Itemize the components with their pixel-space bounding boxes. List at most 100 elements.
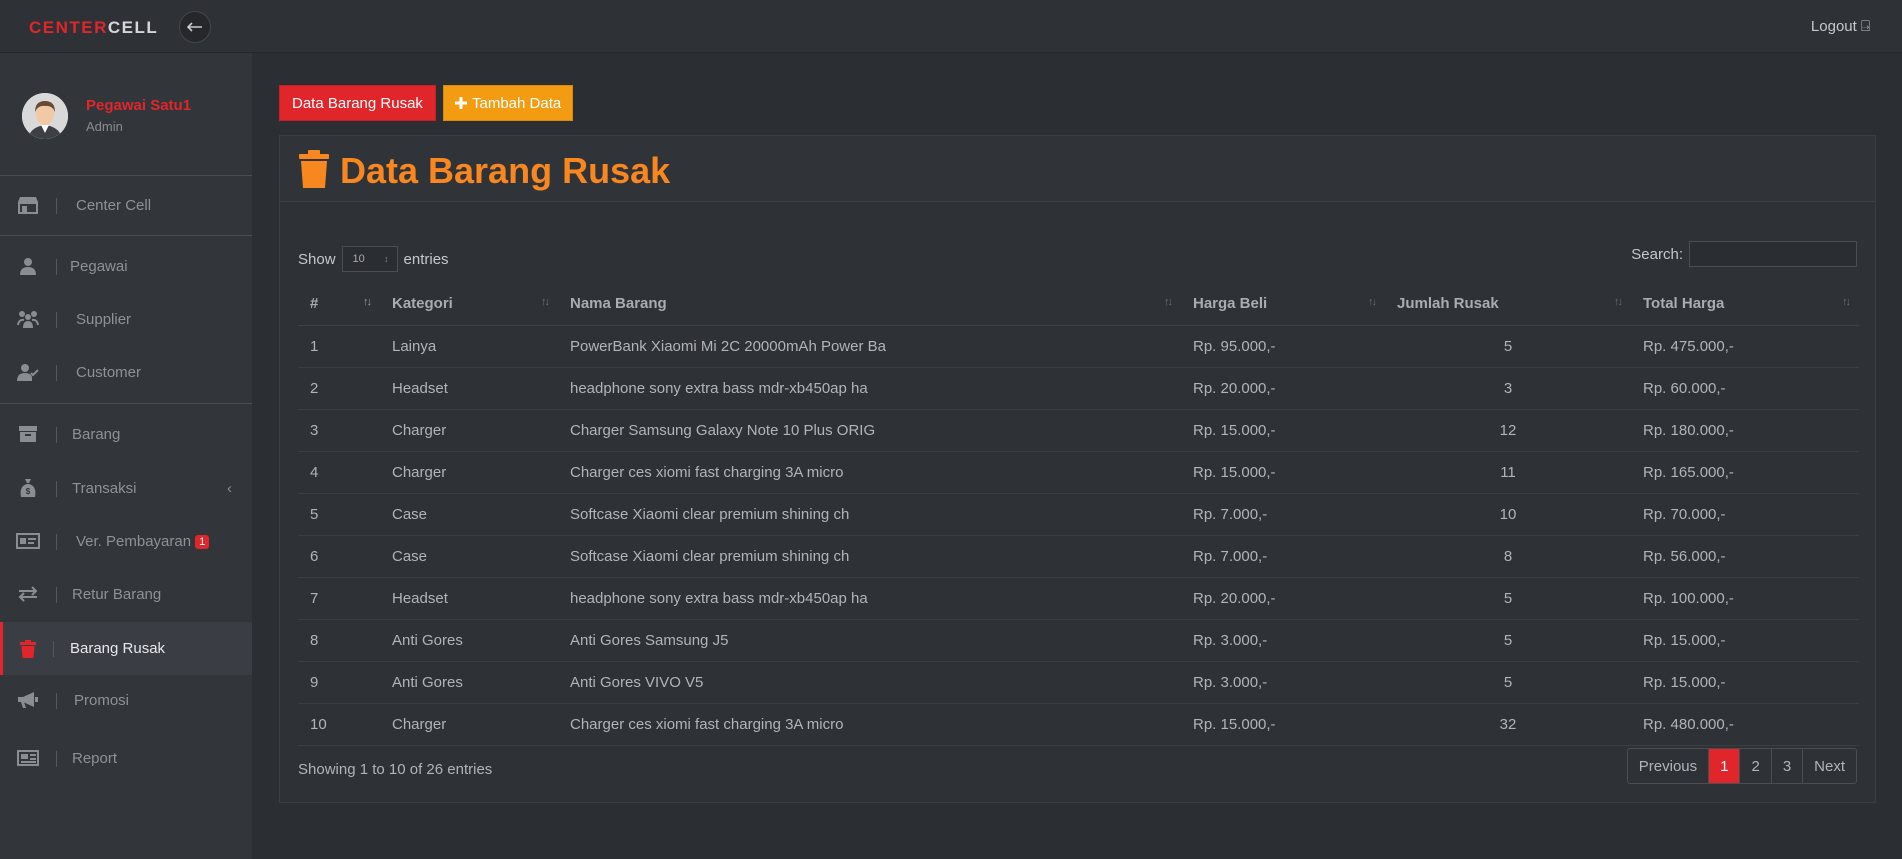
cell-jumlah-rusak: 5 [1385,577,1631,620]
brand-logo[interactable]: CENTERCELL [29,18,158,38]
arrow-left-icon [187,22,202,32]
trash-icon [299,150,329,188]
pager-label: 2 [1751,757,1760,775]
sidebar-item-barang-rusak[interactable]: Barang Rusak [0,622,252,675]
sidebar-item-label: Supplier [76,310,132,328]
search-control: Search: [1631,241,1857,267]
sort-icon: ↑↓ [363,296,372,308]
cell-number: 8 [298,619,380,662]
sort-icon: ↑↓ [1842,296,1851,308]
tambah-data-button[interactable]: Tambah Data [443,85,574,121]
entries-length-control: Show 10 ↕ entries [298,246,449,272]
data-barang-rusak-button[interactable]: Data Barang Rusak [279,85,436,121]
user-icon [16,257,40,275]
user-role: Admin [86,119,123,134]
table-row: 6 Case Softcase Xiaomi clear premium shini… [298,535,1859,578]
entries-value: 10 [352,253,365,265]
entries-label: entries [403,250,449,268]
cell-total-harga: Rp. 165.000,- [1631,451,1859,494]
page-2-button[interactable]: 2 [1739,749,1770,783]
money-bill-icon [16,533,40,549]
notification-badge: 1 [195,534,210,549]
sidebar-item-label: Retur Barang [72,585,162,603]
avatar [22,93,68,139]
column-header-jumlah-rusak[interactable]: Jumlah Rusak ↑↓ [1385,283,1631,326]
logout-link[interactable]: Logout ⍈ [1811,18,1870,35]
cell-number: 9 [298,661,380,704]
sidebar-item-transaksi[interactable]: $ Transaksi ‹ [0,463,252,513]
sidebar-item-customer[interactable]: Customer [0,347,252,397]
table-row: 10 Charger Charger ces xiomi fast charging… [298,703,1859,746]
plus-icon [455,97,467,109]
cell-nama-barang: Charger ces xiomi fast charging 3A micro [558,703,1181,746]
table-row: 2 Headset headphone sony extra bass mdr-xb… [298,367,1859,410]
sort-icon: ↑↓ [1164,296,1173,308]
header-label: Total Harga [1643,295,1725,313]
cell-nama-barang: Charger Samsung Galaxy Note 10 Plus ORIG [558,409,1181,452]
sidebar-item-retur-barang[interactable]: Retur Barang [0,569,252,619]
sort-icon: ↑↓ [541,296,550,308]
table-header-row: # ↑↓ Kategori ↑↓ Nama Barang ↑↓ Harga Beli ↑… [298,283,1859,326]
sidebar-item-label: Barang [72,425,121,443]
cell-nama-barang: PowerBank Xiaomi Mi 2C 20000mAh Power Ba [558,325,1181,368]
search-label: Search: [1631,245,1683,263]
sidebar-item-pegawai[interactable]: Pegawai [0,241,252,291]
table-row: 9 Anti Gores Anti Gores VIVO V5 Rp. 3.000,-… [298,661,1859,704]
cell-total-harga: Rp. 56.000,- [1631,535,1859,578]
megaphone-icon [16,691,40,709]
cell-total-harga: Rp. 480.000,- [1631,703,1859,746]
cell-harga-beli: Rp. 95.000,- [1181,325,1385,368]
cell-nama-barang: Softcase Xiaomi clear premium shining ch [558,535,1181,578]
cell-harga-beli: Rp. 15.000,- [1181,703,1385,746]
cell-nama-barang: Anti Gores Samsung J5 [558,619,1181,662]
user-profile: Pegawai Satu1 Admin [0,53,252,176]
svg-text:$: $ [26,487,31,496]
select-arrows-icon: ↕ [384,254,389,264]
pager-label: 1 [1720,757,1729,775]
column-header-number[interactable]: # ↑↓ [298,283,380,326]
column-header-nama-barang[interactable]: Nama Barang ↑↓ [558,283,1181,326]
button-label: Tambah Data [472,94,562,112]
pager-label: Previous [1638,757,1698,775]
next-button[interactable]: Next [1802,749,1856,783]
header-label: # [310,295,319,313]
panel-header: Data Barang Rusak [280,136,1875,202]
cell-jumlah-rusak: 5 [1385,325,1631,368]
cell-kategori: Headset [380,577,558,620]
sort-icon: ↑↓ [1614,296,1623,308]
cell-nama-barang: Charger ces xiomi fast charging 3A micro [558,451,1181,494]
table-row: 8 Anti Gores Anti Gores Samsung J5 Rp. 3.00… [298,619,1859,662]
money-bag-icon: $ [16,478,40,498]
cell-harga-beli: Rp. 7.000,- [1181,493,1385,536]
cell-jumlah-rusak: 32 [1385,703,1631,746]
page-1-button[interactable]: 1 [1708,749,1740,783]
sidebar-item-ver-pembayaran[interactable]: Ver. Pembayaran 1 [0,516,252,566]
column-header-harga-beli[interactable]: Harga Beli ↑↓ [1181,283,1385,326]
user-name: Pegawai Satu1 [86,97,192,114]
cell-total-harga: Rp. 15.000,- [1631,619,1859,662]
cell-number: 2 [298,367,380,410]
sidebar-item-center-cell[interactable]: Center Cell [0,180,252,230]
column-header-kategori[interactable]: Kategori ↑↓ [380,283,558,326]
sidebar-item-promosi[interactable]: Promosi [0,675,252,725]
sidebar-toggle-button[interactable] [179,11,211,43]
entries-select[interactable]: 10 ↕ [341,246,398,272]
cell-number: 5 [298,493,380,536]
sidebar-item-supplier[interactable]: Supplier [0,294,252,344]
search-input[interactable] [1689,241,1857,267]
cell-jumlah-rusak: 8 [1385,535,1631,578]
page-3-button[interactable]: 3 [1770,749,1802,783]
column-header-total-harga[interactable]: Total Harga ↑↓ [1631,283,1859,326]
previous-button[interactable]: Previous [1628,749,1708,783]
pager-label: 3 [1782,757,1792,775]
pager-label: Next [1814,757,1845,775]
logout-label: Logout [1810,18,1857,35]
sidebar-item-label: Pegawai [70,257,128,275]
cell-number: 4 [298,451,380,494]
sort-icon: ↑↓ [1368,296,1377,308]
sidebar-item-report[interactable]: Report [0,733,252,783]
sidebar-item-barang[interactable]: Barang [0,409,252,459]
table-row: 3 Charger Charger Samsung Galaxy Note 10 P… [298,409,1859,452]
cell-harga-beli: Rp. 15.000,- [1181,451,1385,494]
cell-total-harga: Rp. 15.000,- [1631,661,1859,704]
